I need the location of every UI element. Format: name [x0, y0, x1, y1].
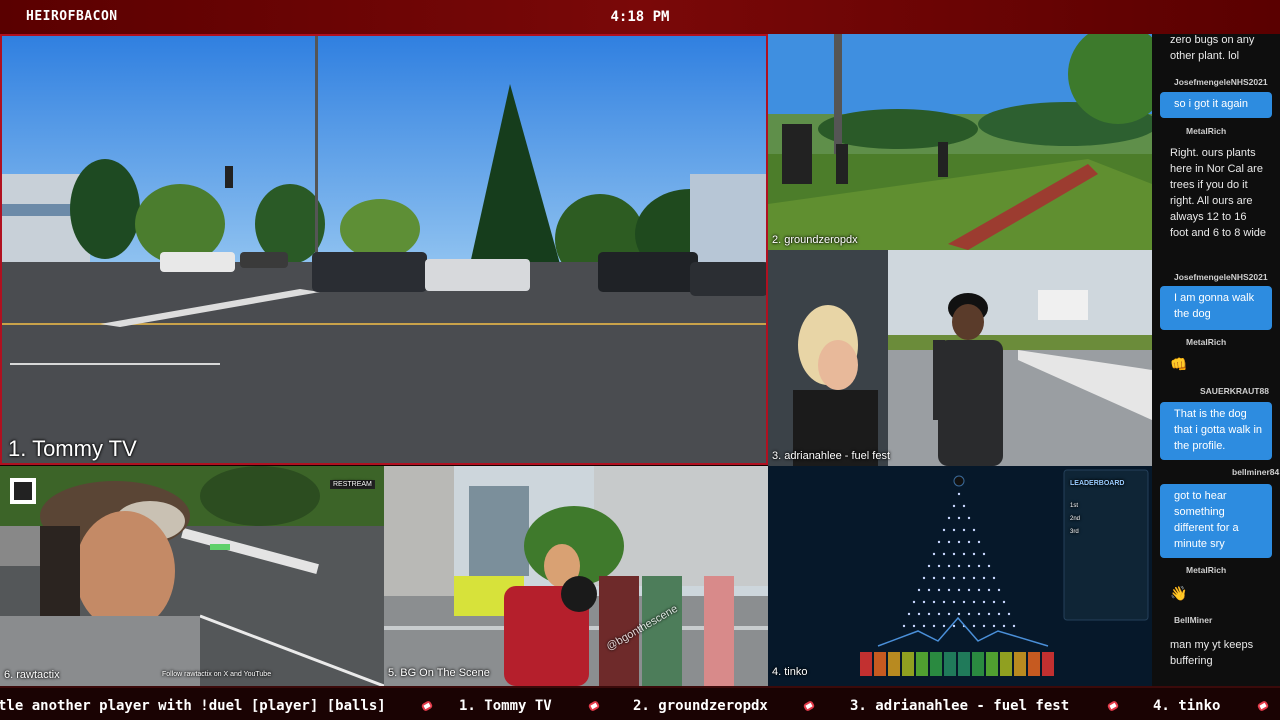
chat-username: JosefmengeleNHS2021	[1174, 77, 1268, 87]
stream-3-label: 3. adrianahlee - fuel fest	[772, 450, 891, 462]
chat-username: BellMiner	[1174, 615, 1213, 625]
candy-icon	[418, 699, 436, 718]
chat-panel[interactable]: zero bugs on any other plant. lol Josefm…	[1152, 34, 1280, 686]
candy-icon	[800, 699, 818, 718]
restream-badge: RESTREAM	[330, 480, 375, 489]
leaderboard-rank-1: 1st	[1070, 503, 1079, 509]
stream-2-video	[768, 34, 1152, 250]
stream-tile-1[interactable]: 1. Tommy TV	[0, 34, 768, 465]
chat-username: MetalRich	[1186, 565, 1227, 575]
chat-message: I am gonna walk the dog	[1160, 286, 1272, 330]
chat-username: MetalRich	[1186, 337, 1227, 347]
stream-6-label: 6. rawtactix	[4, 669, 60, 681]
stream-6-video	[0, 466, 384, 686]
chat-message: so i got it again	[1160, 92, 1272, 118]
chat-username: MetalRich	[1186, 126, 1227, 136]
chat-message: zero bugs on any other plant. lol	[1170, 34, 1255, 62]
top-bar: HEIROFBACON 4:18 PM	[0, 0, 1280, 34]
ticker-item: 4. tinko	[1153, 698, 1221, 714]
chat-username: SAUERKRAUT88	[1200, 386, 1269, 396]
plinko-board	[768, 466, 1152, 686]
stream-4-label: 4. tinko	[772, 666, 808, 678]
chat-username: JosefmengeleNHS2021	[1174, 272, 1268, 282]
chat-message: That is the dog that i gotta walk in the…	[1160, 402, 1272, 460]
stream-tile-6[interactable]: RESTREAM Follow rawtactix on X and YouTu…	[0, 466, 384, 686]
stream-1-label: 1. Tommy TV	[8, 436, 137, 461]
candy-icon	[1254, 699, 1272, 718]
chat-message: got to hear something different for a mi…	[1160, 484, 1272, 558]
leaderboard-title: LEADERBOARD	[1070, 480, 1125, 487]
stream-1-video	[0, 34, 768, 465]
candy-icon	[585, 699, 603, 718]
chat-message: 👊	[1170, 356, 1188, 372]
leaderboard-rank-3: 3rd	[1070, 529, 1079, 535]
chat-message: 👋	[1170, 585, 1188, 601]
ticker-item: 3. adrianahlee - fuel fest	[850, 698, 1070, 714]
ticker-item: 1. Tommy TV	[459, 698, 552, 714]
stream-3-video	[768, 250, 1152, 466]
ticker-item: tle another player with !duel [player] […	[0, 698, 386, 714]
candy-icon	[1104, 699, 1122, 718]
leaderboard-rank-2: 2nd	[1070, 516, 1081, 522]
stream-tile-2[interactable]: 2. groundzeropdx	[768, 34, 1152, 250]
ticker-item: 2. groundzeropdx	[633, 698, 768, 714]
bottom-ticker: tle another player with !duel [player] […	[0, 686, 1280, 720]
stream-5-label: 5. BG On The Scene	[388, 667, 490, 679]
stream-tile-3[interactable]: 3. adrianahlee - fuel fest	[768, 250, 1152, 466]
chat-username: bellminer84	[1232, 467, 1280, 477]
stream-tile-5[interactable]: @bgonthescene 5. BG On The Scene	[384, 466, 768, 686]
stream-tile-4[interactable]: LEADERBOARD 1st 2nd 3rd 4. tinko	[768, 466, 1152, 686]
chat-message: man my yt keeps buffering	[1170, 639, 1254, 667]
stream-2-label: 2. groundzeropdx	[772, 234, 858, 246]
stream-5-video	[384, 466, 768, 686]
chat-message: Right. ours plants here in Nor Cal are t…	[1170, 147, 1267, 239]
clock: 4:18 PM	[610, 9, 670, 25]
follow-overlay: Follow rawtactix on X and YouTube	[162, 671, 272, 678]
